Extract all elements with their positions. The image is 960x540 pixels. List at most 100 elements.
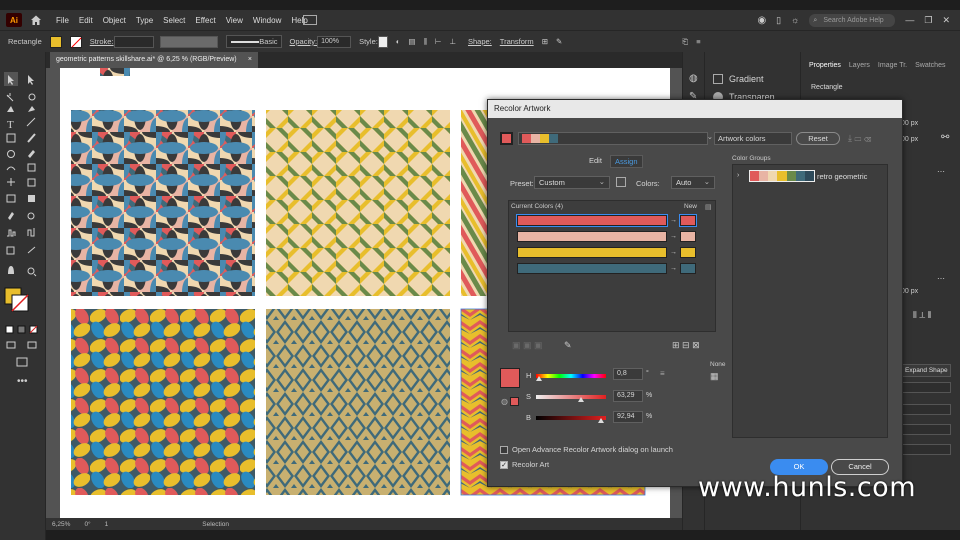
gradient-panel-tab[interactable]: Gradient: [713, 70, 793, 88]
user-icon[interactable]: ◉: [757, 15, 766, 26]
current-color-bar[interactable]: [517, 247, 667, 258]
width-field[interactable]: 00 px: [901, 288, 918, 295]
style-swatch[interactable]: [377, 35, 388, 48]
more-options-icon[interactable]: ⋯: [937, 167, 945, 176]
menu-window[interactable]: Window: [253, 16, 281, 25]
pattern-tile-leaves[interactable]: [71, 309, 255, 495]
hue-slider[interactable]: [536, 374, 606, 378]
eyedropper-icon[interactable]: ✎: [564, 340, 572, 351]
new-color-swatch[interactable]: [680, 231, 696, 242]
panel-menu-icon[interactable]: ⎗: [682, 37, 688, 47]
x-field[interactable]: 00 px: [901, 120, 918, 127]
fill-swatch[interactable]: [49, 35, 62, 48]
brightness-slider[interactable]: [536, 416, 606, 420]
group-swatches[interactable]: [749, 170, 815, 182]
restore-button[interactable]: ❐: [924, 15, 932, 26]
status-mode[interactable]: Selection: [202, 521, 229, 528]
assign-arrow-icon[interactable]: →: [670, 249, 677, 256]
assign-arrow-icon[interactable]: →: [670, 233, 677, 240]
active-color-swatch[interactable]: [500, 132, 513, 145]
new-color-swatch[interactable]: [680, 247, 696, 258]
arrange-icon[interactable]: ≡: [696, 37, 700, 46]
more-options-icon-2[interactable]: ⋯: [937, 274, 945, 283]
saturation-handle[interactable]: [578, 397, 584, 402]
tab-swatches[interactable]: Swatches: [915, 62, 945, 69]
limit-swatches-icon[interactable]: ▦: [710, 371, 719, 382]
stroke-weight-field[interactable]: [113, 35, 154, 48]
panel-field-3[interactable]: [901, 424, 951, 435]
menu-select[interactable]: Select: [163, 16, 185, 25]
align-center-icon[interactable]: ⊥: [449, 37, 456, 46]
minimize-button[interactable]: —: [905, 15, 914, 25]
workspace-icon[interactable]: [303, 15, 317, 25]
expand-shape-button[interactable]: Expand Shape: [901, 364, 951, 377]
assign-arrow-icon[interactable]: →: [670, 265, 677, 272]
panel-field-4[interactable]: [901, 444, 951, 455]
small-color-swatch[interactable]: [510, 397, 519, 406]
warp-icon[interactable]: ✎: [556, 37, 562, 46]
align-icon[interactable]: ▤: [408, 37, 415, 46]
zoom-level[interactable]: 6,25%: [52, 521, 70, 528]
new-color-swatch[interactable]: [679, 214, 697, 227]
reset-button[interactable]: Reset: [796, 132, 840, 145]
transform-label[interactable]: Transform: [500, 37, 534, 46]
pattern-tile-triangles[interactable]: [266, 309, 450, 495]
color-row[interactable]: →: [516, 214, 697, 227]
shape-label[interactable]: Shape:: [468, 37, 492, 46]
h-value[interactable]: 0,8: [613, 368, 643, 380]
stroke-style-select[interactable]: Basic: [225, 35, 282, 48]
new-color-swatch[interactable]: [680, 263, 696, 274]
stroke-swatch[interactable]: [69, 35, 82, 48]
align-icons[interactable]: ⫴ ⊥ ⫴: [913, 310, 932, 321]
document-tab[interactable]: geometric patterns skillshare.ai* @ 6,25…: [50, 52, 258, 68]
opacity-field[interactable]: 100%: [317, 35, 352, 48]
hsb-menu-icon[interactable]: ≡: [660, 369, 665, 378]
menu-file[interactable]: File: [56, 16, 69, 25]
color-icon[interactable]: ◍: [689, 70, 698, 88]
search-input[interactable]: ⌕ Search Adobe Help: [809, 13, 896, 27]
hsb-color-swatch[interactable]: [500, 368, 520, 388]
pattern-tile-diamonds[interactable]: [266, 110, 450, 296]
close-window-button[interactable]: ✕: [942, 15, 950, 26]
pattern-tile-circles[interactable]: [71, 110, 255, 296]
artboard-nav[interactable]: 1: [105, 521, 109, 528]
tab-properties[interactable]: Properties: [809, 62, 841, 69]
current-color-bar[interactable]: [516, 214, 668, 227]
link-icon[interactable]: ⚯: [941, 132, 949, 143]
close-tab-button[interactable]: ×: [248, 52, 252, 68]
randomize-icons[interactable]: ⊞ ⊟ ⊠: [672, 340, 700, 351]
artwork-colors-field[interactable]: Artwork colors: [714, 132, 792, 145]
hue-handle[interactable]: [536, 376, 542, 381]
y-field[interactable]: 00 px: [901, 136, 918, 143]
recolor-icon[interactable]: ◐: [396, 37, 401, 46]
group-expand-icon[interactable]: ›: [737, 172, 739, 179]
tab-assign[interactable]: Assign: [610, 155, 643, 168]
menu-view[interactable]: View: [226, 16, 243, 25]
color-row[interactable]: →: [517, 263, 696, 274]
tab-edit[interactable]: Edit: [589, 156, 602, 165]
recolor-art-checkbox[interactable]: ✓: [500, 461, 508, 469]
b-value[interactable]: 92,94: [613, 411, 643, 423]
assign-arrow-icon[interactable]: →: [670, 217, 677, 224]
panel-field-1[interactable]: [901, 382, 951, 393]
distribute-icon[interactable]: ⫼: [423, 37, 426, 47]
panel-icon[interactable]: ▯: [776, 15, 781, 26]
menu-edit[interactable]: Edit: [79, 16, 93, 25]
current-color-bar[interactable]: [517, 231, 667, 242]
panel-field-2[interactable]: [901, 404, 951, 415]
menu-effect[interactable]: Effect: [195, 16, 215, 25]
color-row[interactable]: →: [517, 247, 696, 258]
color-library-icon[interactable]: [616, 177, 626, 187]
tab-layers[interactable]: Layers: [849, 62, 870, 69]
row-menu-icon[interactable]: ▤: [705, 203, 712, 211]
variable-width-field[interactable]: [159, 35, 218, 48]
tab-image-trace[interactable]: Image Tr.: [878, 62, 907, 69]
isolate-icon[interactable]: ⊞: [542, 37, 548, 46]
merge-separate-icons[interactable]: ▣ ▣ ▣: [512, 340, 543, 351]
color-mode-icon[interactable]: ◍: [501, 397, 508, 406]
rotation-value[interactable]: 0°: [84, 521, 90, 528]
brightness-handle[interactable]: [598, 418, 604, 423]
s-value[interactable]: 63,29: [613, 390, 643, 402]
home-icon[interactable]: [30, 14, 42, 26]
color-row[interactable]: →: [517, 231, 696, 242]
